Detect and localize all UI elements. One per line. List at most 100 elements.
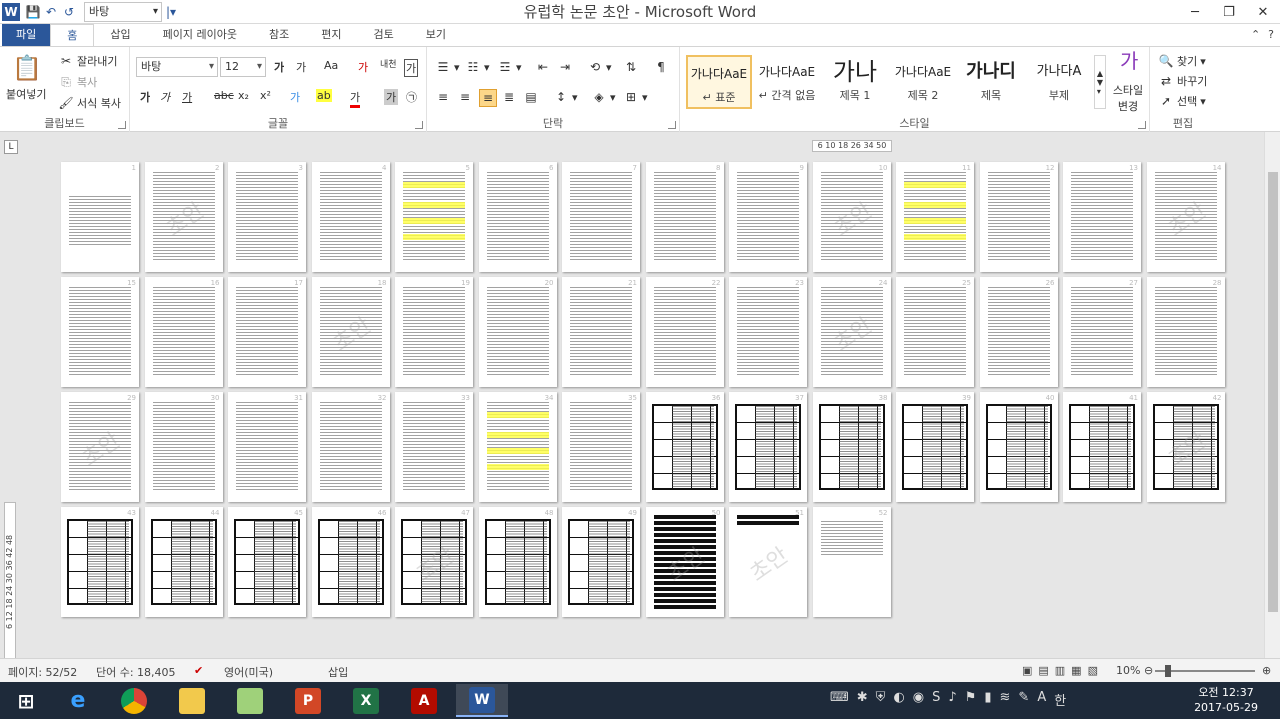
view-buttons[interactable]: ▣▤▥▦▧: [1022, 664, 1104, 677]
page-thumbnail[interactable]: 21: [562, 277, 640, 387]
page-thumbnail[interactable]: 20: [478, 277, 557, 387]
page-thumbnail[interactable]: 46: [311, 507, 390, 617]
minimize-ribbon-icon[interactable]: ⌃: [1251, 28, 1260, 41]
page-thumbnail[interactable]: 14 초안: [1146, 162, 1225, 272]
strikethrough-button[interactable]: abc: [214, 89, 234, 102]
style-subtitle[interactable]: 가나다A 부제: [1026, 55, 1092, 109]
page-thumbnail[interactable]: 38: [812, 392, 891, 502]
page-thumbnail[interactable]: 23: [729, 277, 807, 387]
horizontal-ruler[interactable]: 6 10 18 26 34 50: [812, 140, 892, 152]
page-thumbnail[interactable]: 43: [61, 507, 139, 617]
minimize-button[interactable]: ─: [1178, 0, 1212, 24]
tab-selector-icon[interactable]: L: [4, 140, 18, 154]
clipboard-launcher-icon[interactable]: [118, 121, 126, 129]
style-no-spacing[interactable]: 가나다AaE ↵ 간격 없음: [754, 55, 820, 109]
styles-launcher-icon[interactable]: [1138, 121, 1146, 129]
page-thumbnail[interactable]: 35: [562, 392, 640, 502]
start-button[interactable]: ⊞: [0, 684, 52, 717]
page-thumbnail[interactable]: 47 초안: [395, 507, 473, 617]
notification-icon[interactable]: ✎: [1018, 690, 1029, 709]
qat-font-combo[interactable]: 바탕: [84, 2, 162, 22]
page-thumbnail[interactable]: 12: [979, 162, 1058, 272]
page-thumbnail[interactable]: 16: [144, 277, 223, 387]
zoom-slider-knob[interactable]: [1165, 665, 1171, 677]
decrease-indent-button[interactable]: ⇤: [535, 59, 551, 75]
style-heading-2[interactable]: 가나다AaE 제목 2: [890, 55, 956, 109]
language-indicator[interactable]: 영어(미국): [224, 664, 273, 680]
taskbar-chrome[interactable]: [108, 684, 160, 717]
page-thumbnail[interactable]: 39: [896, 392, 974, 502]
page-thumbnail[interactable]: 28: [1146, 277, 1225, 387]
taskbar-word[interactable]: W: [456, 684, 508, 717]
page-thumbnail[interactable]: 18 초안: [311, 277, 390, 387]
bullets-button[interactable]: ☰ ▾: [435, 59, 460, 75]
shading-button[interactable]: ◈ ▾: [591, 89, 615, 105]
tab-view[interactable]: 보기: [410, 24, 462, 46]
undo-icon[interactable]: ↶: [42, 3, 60, 21]
battery-icon[interactable]: ▮: [984, 690, 991, 709]
tab-review[interactable]: 검토: [357, 24, 409, 46]
page-thumbnail[interactable]: 37: [729, 392, 807, 502]
zoom-slider[interactable]: [1155, 665, 1255, 677]
vertical-scrollbar[interactable]: [1264, 132, 1280, 658]
zoom-level[interactable]: 10%: [1116, 664, 1140, 677]
taskbar-ie[interactable]: e: [52, 684, 104, 717]
page-thumbnail[interactable]: 41: [1063, 392, 1141, 502]
page-count[interactable]: 페이지: 52/52: [8, 664, 77, 680]
page-thumbnail[interactable]: 27: [1063, 277, 1141, 387]
page-thumbnail[interactable]: 17: [228, 277, 306, 387]
page-thumbnail[interactable]: 44: [144, 507, 223, 617]
page-thumbnail[interactable]: 52: [812, 507, 891, 617]
wifi-icon[interactable]: ≋: [1000, 690, 1011, 709]
proofing-icon[interactable]: ✔: [194, 664, 203, 677]
align-left-button[interactable]: ≡: [435, 89, 451, 105]
font-family-combo[interactable]: 바탕: [136, 57, 218, 77]
copy-button[interactable]: ⎘ 복사: [58, 74, 97, 90]
insert-mode[interactable]: 삽입: [328, 664, 348, 680]
font-color-button[interactable]: 가: [350, 89, 361, 108]
shrink-font-button[interactable]: 가: [296, 59, 306, 75]
page-thumbnail[interactable]: 42 초안: [1146, 392, 1225, 502]
network-icon[interactable]: ⚑: [965, 690, 977, 709]
tray-app-icon[interactable]: ✱: [857, 690, 868, 709]
grow-font-button[interactable]: 가: [274, 59, 284, 75]
italic-button[interactable]: 가: [160, 89, 170, 105]
page-thumbnail[interactable]: 13: [1063, 162, 1141, 272]
document-area[interactable]: L 6 10 18 26 34 50 6 12 18 24 30 36 42 4…: [0, 132, 1280, 662]
page-thumbnail[interactable]: 3: [228, 162, 306, 272]
styles-scroll[interactable]: ▲ ▼ ▾: [1094, 55, 1106, 109]
show-marks-button[interactable]: ¶: [653, 59, 669, 75]
underline-button[interactable]: 가: [182, 89, 192, 105]
page-thumbnail[interactable]: 8: [645, 162, 724, 272]
page-thumbnail[interactable]: 33: [395, 392, 473, 502]
style-normal[interactable]: 가나다AaE ↵ 표준: [686, 55, 752, 109]
tab-mailings[interactable]: 편지: [305, 24, 357, 46]
page-thumbnail[interactable]: 24 초안: [812, 277, 891, 387]
page-thumbnail[interactable]: 7: [562, 162, 640, 272]
tab-file[interactable]: 파일: [2, 24, 51, 46]
change-case-button[interactable]: Aa: [324, 59, 338, 72]
cut-button[interactable]: ✂ 잘라내기: [58, 53, 118, 69]
shield-icon[interactable]: ⛨: [876, 690, 886, 709]
save-icon[interactable]: 💾: [24, 3, 42, 21]
page-thumbnail[interactable]: 29 초안: [61, 392, 139, 502]
sort-button[interactable]: ⇅: [623, 59, 639, 75]
keyboard-icon[interactable]: ⌨: [830, 690, 849, 709]
page-thumbnail[interactable]: 15: [61, 277, 139, 387]
char-border-button[interactable]: 가: [404, 59, 419, 77]
tab-references[interactable]: 참조: [253, 24, 305, 46]
increase-indent-button[interactable]: ⇥: [557, 59, 573, 75]
taskbar-powerpoint[interactable]: P: [282, 684, 334, 717]
page-thumbnail[interactable]: 36: [645, 392, 724, 502]
multilevel-list-button[interactable]: ☲ ▾: [497, 59, 522, 75]
tab-insert[interactable]: 삽입: [94, 24, 146, 46]
page-thumbnail[interactable]: 40: [979, 392, 1058, 502]
taskbar-acrobat[interactable]: A: [398, 684, 450, 717]
page-thumbnail[interactable]: 49: [562, 507, 640, 617]
page-thumbnail[interactable]: 50 초안: [645, 507, 724, 617]
ime-mode[interactable]: A: [1037, 690, 1046, 709]
page-thumbnail[interactable]: 10 초안: [812, 162, 891, 272]
paste-button[interactable]: 📋 붙여넣기: [6, 53, 46, 102]
page-thumbnail[interactable]: 51 초안: [729, 507, 807, 617]
page-thumbnail[interactable]: 32: [311, 392, 390, 502]
